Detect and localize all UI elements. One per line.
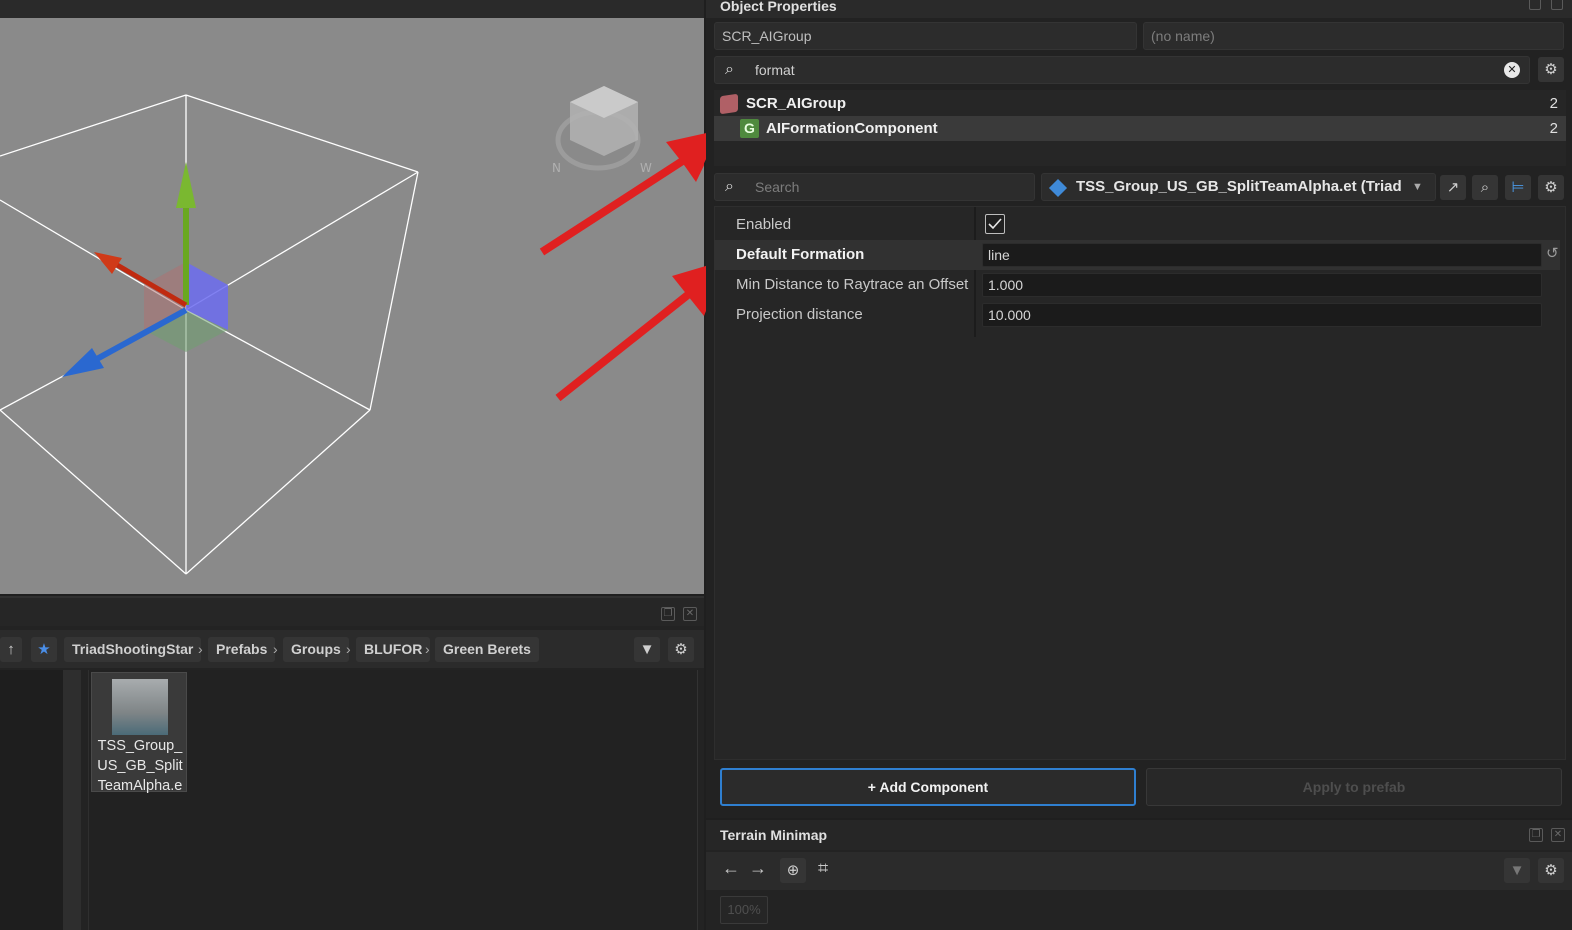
crop-icon[interactable]: ⌗ [818,858,828,879]
search-icon[interactable]: ⌕ [1472,175,1498,200]
property-label: Min Distance to Raytrace an Offset [736,276,969,293]
property-row-projection-distance: Projection distance 10.000 [714,300,1560,330]
close-icon[interactable] [1551,0,1563,10]
tree-row-label: SCR_AIGroup [746,95,847,112]
name-field[interactable]: (no name) [1143,22,1564,50]
property-label: Default Formation [736,246,865,263]
filter-icon[interactable]: ▼ [634,637,660,662]
property-row-min-distance: Min Distance to Raytrace an Offset 1.000 [714,270,1560,300]
asset-thumbnail [112,679,168,735]
search-icon: ⌕ [725,178,734,195]
svg-text:W: W [640,161,652,175]
close-icon[interactable]: ✕ [683,607,697,621]
forward-arrow-icon[interactable]: → [749,858,767,879]
undock-icon[interactable]: ❐ [661,607,675,621]
up-arrow-icon[interactable]: ↑ [0,637,22,662]
breadcrumb-item[interactable]: Green Berets [435,637,539,662]
projection-distance-field[interactable]: 10.000 [982,303,1542,327]
folder-tree-pane[interactable] [0,670,63,930]
undock-icon[interactable] [1529,0,1541,10]
panel-title: Terrain Minimap [720,827,828,843]
gear-icon[interactable]: ⚙ [1538,57,1564,82]
search-placeholder: Search [755,179,800,195]
enabled-checkbox[interactable] [985,214,1005,234]
chevron-right-icon: › [425,641,430,657]
asset-grid[interactable]: TSS_Group_ US_GB_Split TeamAlpha.e [88,670,698,930]
default-formation-field[interactable]: line [982,243,1542,267]
open-external-icon[interactable]: ↗ [1440,175,1466,200]
property-search-input[interactable]: ⌕ Search [714,173,1035,201]
add-component-button[interactable]: + Add Component [720,768,1136,806]
tree-row-count: 2 [1549,120,1558,137]
tree-row-component[interactable]: G AIFormationComponent 2 [714,116,1566,141]
property-row-default-formation: Default Formation line ↺ [714,240,1560,270]
asset-browser-header: ❐ ✕ [0,596,704,626]
scrollbar[interactable] [63,670,81,930]
gizmo-arrow-x[interactable] [94,252,122,274]
breadcrumb: ↑ ★ TriadShootingStar › Prefabs › Groups… [0,630,704,668]
component-tree: SCR_AIGroup 2 G AIFormationComponent 2 [714,90,1566,166]
breadcrumb-item[interactable]: TriadShootingStar [64,637,202,662]
min-distance-field[interactable]: 1.000 [982,273,1542,297]
component-filter-input[interactable]: ⌕ format ✕ [714,56,1530,84]
gear-icon[interactable]: ⚙ [668,637,694,662]
filter-text: format [755,62,795,78]
prefab-selector-label: TSS_Group_US_GB_SplitTeamAlpha.et (Triad [1076,178,1402,195]
hierarchy-icon[interactable]: ⊨ [1505,175,1531,200]
breadcrumb-item[interactable]: Groups [283,637,349,662]
property-label: Projection distance [736,306,863,323]
class-field[interactable]: SCR_AIGroup [714,22,1137,50]
undock-icon[interactable]: ❐ [1529,828,1543,842]
chevron-down-icon[interactable]: ▼ [1412,174,1423,200]
asset-name: TSS_Group_ US_GB_Split TeamAlpha.e [97,738,183,794]
back-arrow-icon[interactable]: ← [722,858,740,879]
tree-row-label: AIFormationComponent [766,120,938,137]
clear-icon[interactable]: ✕ [1504,62,1520,78]
gear-icon[interactable]: ⚙ [1538,858,1564,883]
scene-viewport[interactable]: N W [0,18,704,594]
tree-row-entity[interactable]: SCR_AIGroup 2 [714,91,1566,116]
panel-title: Object Properties [720,0,837,14]
checkmark-icon [988,218,1002,230]
panel-titlebar: Object Properties [706,0,1572,18]
breadcrumb-item[interactable]: BLUFOR [356,637,431,662]
gizmo-arrow-z[interactable] [62,348,104,377]
property-label: Enabled [736,216,792,233]
panel-titlebar: Terrain Minimap ❐ ✕ [706,820,1572,850]
chevron-right-icon: › [346,641,351,657]
reset-icon[interactable]: ↺ [1546,244,1559,262]
orientation-cube-icon[interactable]: N W [552,86,652,175]
gizmo-arrow-y[interactable] [176,162,196,208]
asset-tile[interactable]: TSS_Group_ US_GB_Split TeamAlpha.e [91,672,187,794]
apply-to-prefab-button[interactable]: Apply to prefab [1146,768,1562,806]
prefab-selector[interactable]: TSS_Group_US_GB_SplitTeamAlpha.et (Triad… [1041,173,1436,201]
viewport-toolbar [0,0,704,18]
prefab-icon [1048,178,1068,198]
asset-browser: ❐ ✕ ↑ ★ TriadShootingStar › Prefabs › Gr… [0,596,704,930]
zoom-level[interactable]: 100% [720,896,768,924]
filter-icon[interactable]: ▼ [1504,858,1530,883]
close-icon[interactable]: ✕ [1551,828,1565,842]
entity-cube-icon [720,93,738,115]
property-row-enabled: Enabled [714,210,1560,240]
component-g-icon: G [740,119,759,138]
minimap-toolbar: ← → ⊕ ⌗ ▼ ⚙ [706,852,1572,890]
favorite-star-icon[interactable]: ★ [31,637,57,662]
terrain-minimap-panel: Terrain Minimap ❐ ✕ ← → ⊕ ⌗ ▼ ⚙ 100% [706,820,1572,930]
svg-text:N: N [552,161,561,175]
object-properties-panel: Object Properties SCR_AIGroup (no name) … [706,0,1572,818]
chevron-right-icon: › [273,641,278,657]
viewport-scene: N W [0,86,704,575]
tree-row-count: 2 [1549,95,1558,112]
crosshair-icon[interactable]: ⊕ [780,858,806,883]
gear-icon[interactable]: ⚙ [1538,175,1564,200]
breadcrumb-item[interactable]: Prefabs [208,637,276,662]
chevron-right-icon: › [198,641,203,657]
search-icon: ⌕ [725,61,734,78]
